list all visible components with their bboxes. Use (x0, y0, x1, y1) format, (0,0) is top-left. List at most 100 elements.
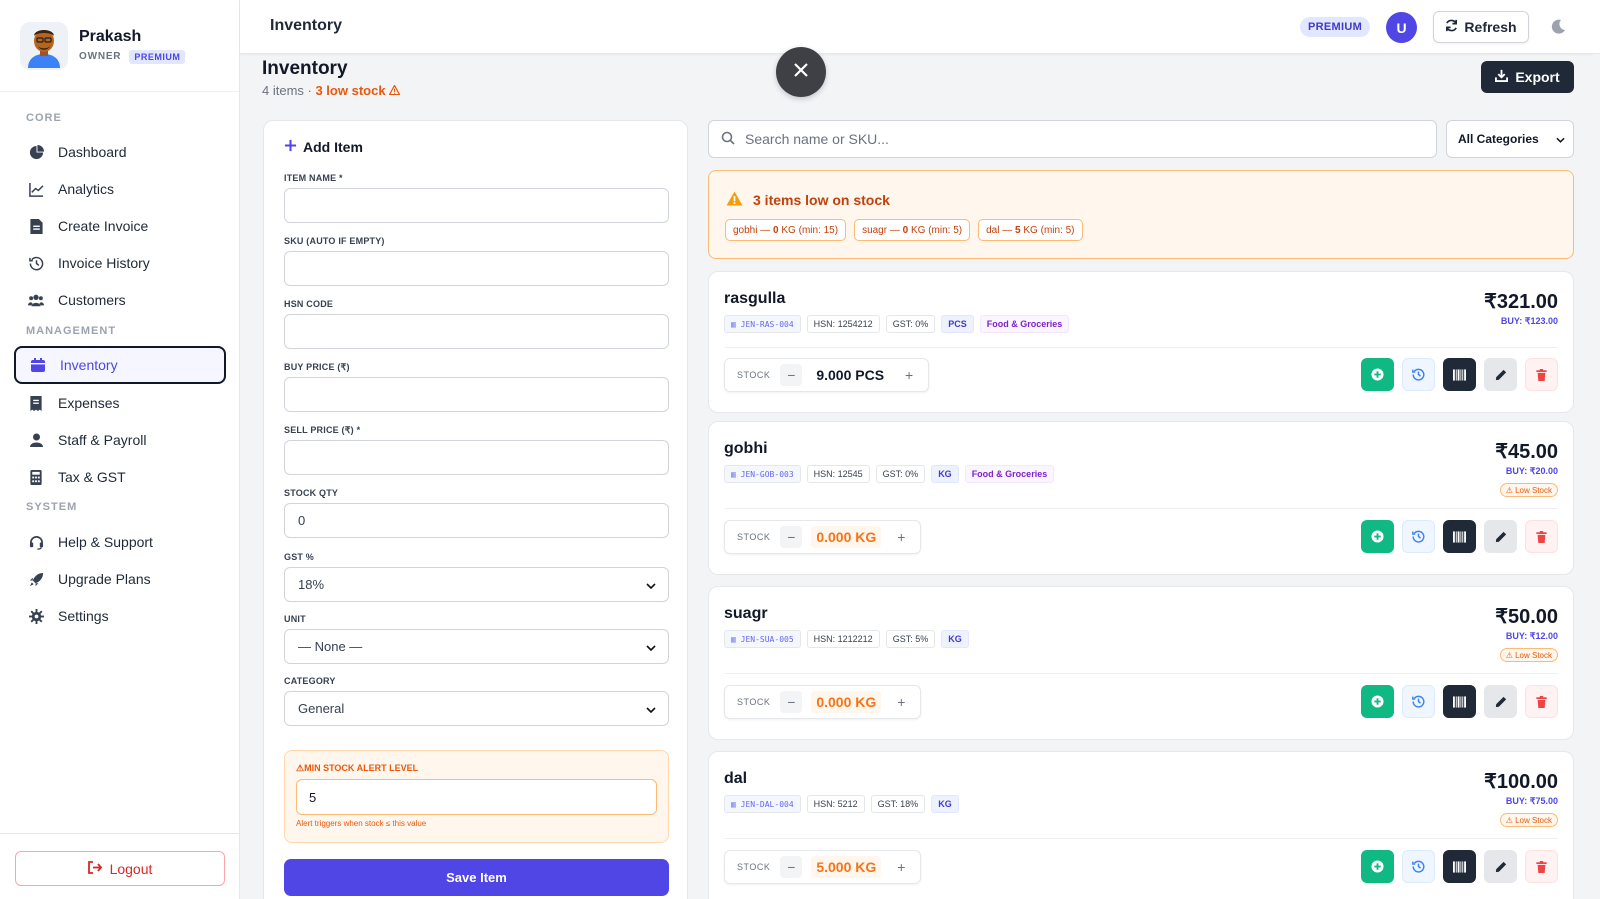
close-overlay-button[interactable] (776, 47, 826, 97)
sidebar-item-invoice-history[interactable]: Invoice History (14, 244, 226, 282)
stock-value: 5.000 KG (811, 856, 882, 878)
sidebar-item-analytics[interactable]: Analytics (14, 170, 226, 208)
add-stock-button[interactable] (1361, 685, 1394, 718)
sidebar-item-expenses[interactable]: Expenses (14, 384, 226, 422)
item-name-field[interactable] (284, 188, 669, 223)
logout-button[interactable]: Logout (15, 851, 225, 886)
search-input[interactable]: Search name or SKU... (708, 120, 1437, 158)
sidebar-item-create-invoice[interactable]: Create Invoice (14, 207, 226, 245)
decrease-stock-button[interactable]: − (780, 856, 803, 878)
barcode-button[interactable] (1443, 685, 1476, 718)
sidebar-item-label: Customers (58, 292, 126, 308)
sell-price-field[interactable] (284, 440, 669, 475)
delete-item-button[interactable] (1525, 850, 1558, 883)
buy-price-field[interactable] (284, 377, 669, 412)
topbar-title: Inventory (270, 17, 343, 34)
sidebar-item-dashboard[interactable]: Dashboard (14, 133, 226, 171)
decrease-stock-button[interactable]: − (780, 526, 803, 548)
save-item-button[interactable]: Save Item (284, 859, 669, 896)
stock-history-button[interactable] (1402, 850, 1435, 883)
sidebar-item-upgrade-plans[interactable]: Upgrade Plans (14, 560, 226, 598)
decrease-stock-button[interactable]: − (780, 364, 803, 386)
stock-stepper: STOCK − 9.000 PCS + (724, 358, 930, 392)
add-stock-button[interactable] (1361, 358, 1394, 391)
stock-value: 9.000 PCS (816, 367, 885, 383)
sku-tag: ▥ JEN-RAS-004 (724, 315, 801, 333)
sidebar-item-label: Help & Support (58, 534, 153, 550)
increase-stock-button[interactable]: + (890, 856, 912, 878)
sidebar-item-help-support[interactable]: Help & Support (14, 523, 226, 561)
delete-item-button[interactable] (1525, 685, 1558, 718)
category-filter-select[interactable]: All Categories (1446, 120, 1574, 158)
increase-stock-button[interactable]: + (898, 364, 920, 386)
barcode-icon (1453, 530, 1466, 543)
category-select[interactable]: General (284, 691, 669, 726)
hsn-label: HSN CODE (284, 299, 334, 309)
add-stock-button[interactable] (1361, 850, 1394, 883)
sell-price: ₹45.00 (1495, 441, 1558, 463)
logout-icon (87, 860, 102, 877)
stock-history-button[interactable] (1402, 685, 1435, 718)
inventory-item-card: rasgulla ▥ JEN-RAS-004 HSN: 1254212 GST:… (708, 271, 1574, 413)
barcode-button[interactable] (1443, 850, 1476, 883)
chevron-down-icon (646, 577, 656, 592)
add-stock-button[interactable] (1361, 520, 1394, 553)
gst-select[interactable]: 18% (284, 567, 669, 602)
trash-icon (1536, 695, 1547, 708)
decrease-stock-button[interactable]: − (780, 691, 803, 713)
sku-field[interactable] (284, 251, 669, 286)
sidebar-item-inventory[interactable]: Inventory (14, 346, 226, 384)
item-name: dal (724, 770, 748, 787)
divider (724, 838, 1558, 839)
min-stock-alert-field[interactable]: 5 (296, 779, 657, 815)
sidebar-item-settings[interactable]: Settings (14, 597, 226, 635)
delete-item-button[interactable] (1525, 358, 1558, 391)
edit-item-button[interactable] (1484, 520, 1517, 553)
history-icon (1412, 530, 1425, 543)
low-stock-chip[interactable]: dal — 5 KG (min: 5) (978, 219, 1083, 241)
hsn-tag: HSN: 12545 (806, 465, 870, 483)
stock-value: 0.000 KG (811, 691, 882, 713)
edit-item-button[interactable] (1484, 685, 1517, 718)
trash-icon (1536, 368, 1547, 381)
refresh-label: Refresh (1464, 19, 1517, 35)
unit-select[interactable]: — None — (284, 629, 669, 664)
increase-stock-button[interactable]: + (890, 526, 912, 548)
hsn-field[interactable] (284, 314, 669, 349)
scrollbar[interactable] (1593, 54, 1600, 899)
sidebar-item-label: Inventory (60, 357, 118, 373)
pie-chart-icon (28, 144, 44, 160)
history-icon (1412, 368, 1425, 381)
sidebar-item-tax-gst[interactable]: Tax & GST (14, 458, 226, 496)
export-button[interactable]: Export (1481, 61, 1574, 93)
buy-price: BUY: ₹75.00 (1505, 796, 1558, 806)
history-icon (1412, 695, 1425, 708)
refresh-button[interactable]: Refresh (1433, 11, 1529, 43)
avatar (20, 21, 68, 70)
stock-value: 0.000 KG (811, 526, 882, 548)
plan-badge: PREMIUM (129, 49, 186, 64)
sell-price: ₹321.00 (1484, 291, 1558, 313)
sidebar-item-staff-payroll[interactable]: Staff & Payroll (14, 421, 226, 459)
warning-icon: ⚠ (1505, 815, 1513, 825)
gst-tag: GST: 18% (870, 795, 926, 813)
increase-stock-button[interactable]: + (890, 691, 912, 713)
stock-history-button[interactable] (1402, 520, 1435, 553)
sidebar-item-customers[interactable]: Customers (14, 281, 226, 319)
delete-item-button[interactable] (1525, 520, 1558, 553)
min-stock-alert-label: ⚠MIN STOCK ALERT LEVEL (296, 763, 419, 773)
invoice-icon (28, 218, 44, 234)
edit-item-button[interactable] (1484, 358, 1517, 391)
divider (724, 673, 1558, 674)
barcode-button[interactable] (1443, 520, 1476, 553)
stock-history-button[interactable] (1402, 358, 1435, 391)
stock-stepper: STOCK − 5.000 KG + (724, 850, 922, 884)
user-avatar[interactable]: U (1386, 12, 1417, 43)
stock-qty-field[interactable]: 0 (284, 503, 669, 538)
moon-icon[interactable] (1546, 15, 1570, 39)
edit-item-button[interactable] (1484, 850, 1517, 883)
barcode-button[interactable] (1443, 358, 1476, 391)
sell-price: ₹50.00 (1495, 606, 1558, 628)
low-stock-chip[interactable]: suagr — 0 KG (min: 5) (854, 219, 971, 241)
low-stock-chip[interactable]: gobhi — 0 KG (min: 15) (725, 219, 847, 241)
